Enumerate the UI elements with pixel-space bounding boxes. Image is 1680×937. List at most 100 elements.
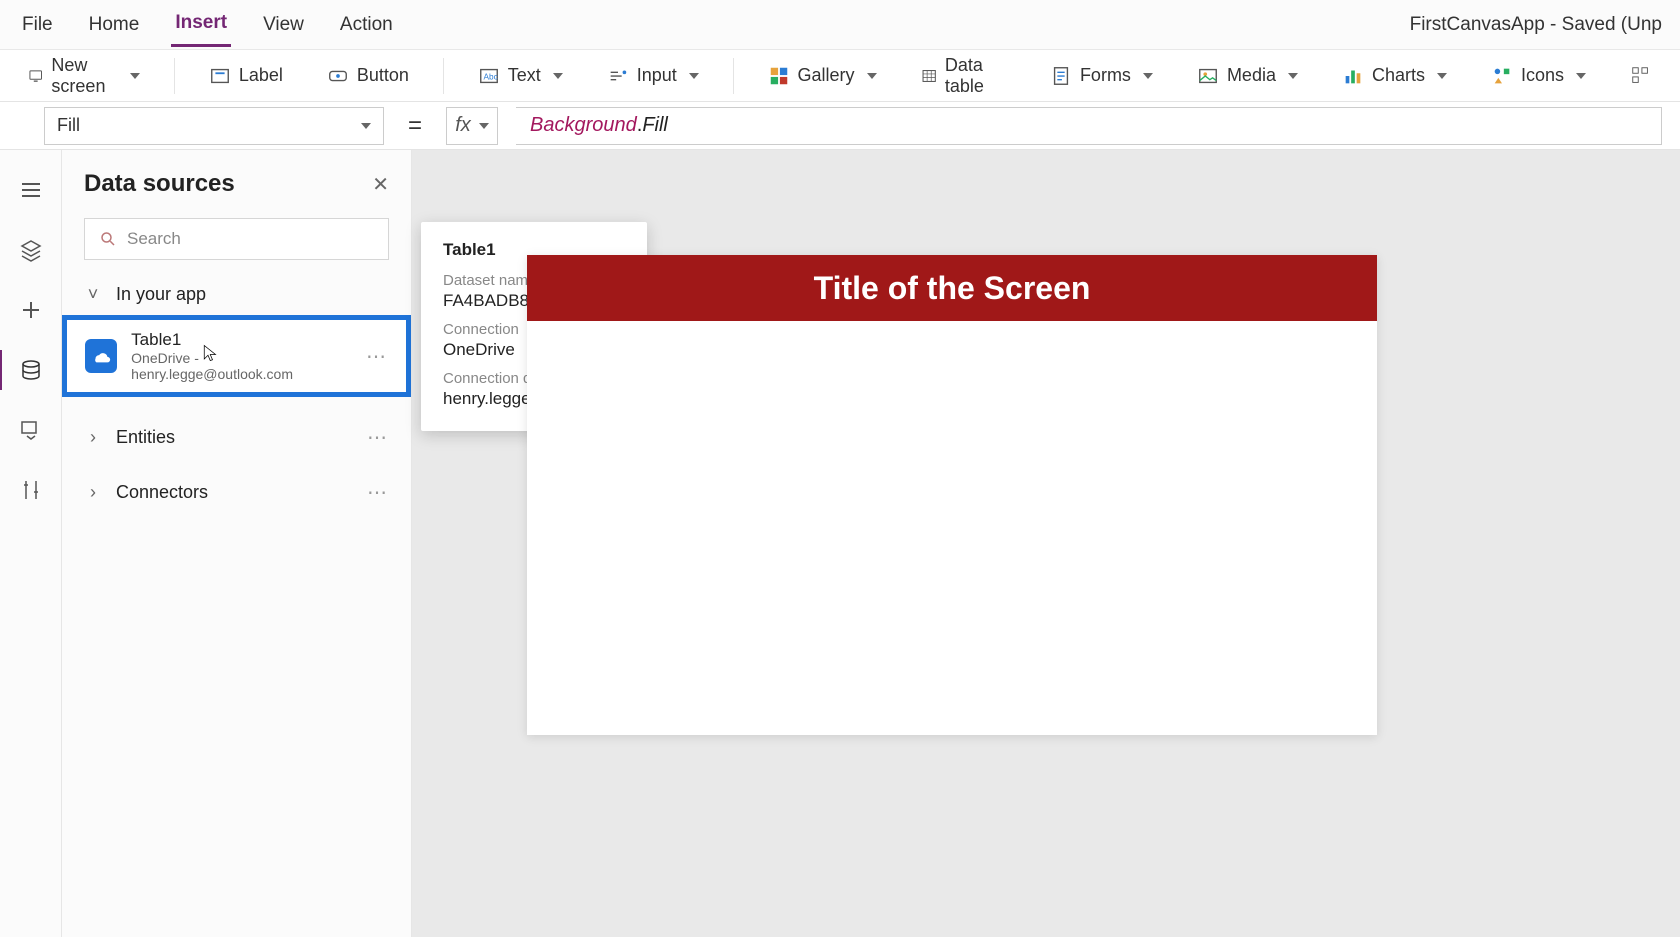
charts-button[interactable]: Charts: [1332, 59, 1457, 93]
separator: [174, 58, 175, 94]
section-in-your-app[interactable]: ˅ In your app: [62, 274, 411, 315]
section-more-button[interactable]: ⋯: [367, 425, 389, 450]
grid-icon: [1630, 65, 1652, 87]
data-table-button[interactable]: Data table: [911, 49, 1016, 103]
input-label: Input: [637, 65, 677, 86]
chevron-down-icon: [479, 123, 489, 129]
menu-view[interactable]: View: [259, 4, 308, 46]
chevron-down-icon: [1143, 73, 1153, 79]
equals-sign: =: [402, 112, 428, 140]
main-area: Data sources ✕ Search ˅ In your app Tabl…: [0, 150, 1680, 937]
formula-bar: Fill = fx Background.Fill: [0, 102, 1680, 150]
separator: [443, 58, 444, 94]
menu-bar: File Home Insert View Action FirstCanvas…: [0, 0, 1680, 50]
datasource-more-button[interactable]: ⋯: [366, 344, 388, 369]
rail-tools[interactable]: [17, 476, 45, 504]
datasource-title: Table1: [131, 330, 352, 350]
media-icon: [1197, 65, 1219, 87]
charts-label: Charts: [1372, 65, 1425, 86]
screen-icon: [28, 65, 43, 87]
gallery-label: Gallery: [798, 65, 855, 86]
rail-data[interactable]: [17, 356, 45, 384]
chevron-down-icon: [1576, 73, 1586, 79]
icons-icon: [1491, 65, 1513, 87]
menu-home[interactable]: Home: [85, 4, 144, 46]
charts-icon: [1342, 65, 1364, 87]
chevron-down-icon: [867, 73, 877, 79]
canvas-area: Table1 Dataset name FA4BADB8183CF7B8!122…: [412, 150, 1680, 937]
menu-insert[interactable]: Insert: [171, 2, 231, 47]
section-connectors[interactable]: › Connectors ⋯: [62, 470, 411, 515]
app-title: FirstCanvasApp - Saved (Unp: [1410, 14, 1662, 36]
rail-tree[interactable]: [17, 236, 45, 264]
chevron-right-icon: ›: [84, 427, 102, 448]
property-selector[interactable]: Fill: [44, 107, 384, 145]
onedrive-icon: [85, 339, 117, 373]
forms-icon: [1050, 65, 1072, 87]
more-button[interactable]: [1620, 59, 1662, 93]
plus-icon: [19, 298, 43, 322]
property-value: Fill: [57, 115, 80, 136]
layers-icon: [19, 238, 43, 262]
forms-button[interactable]: Forms: [1040, 59, 1163, 93]
panel-close-button[interactable]: ✕: [372, 172, 389, 197]
app-canvas[interactable]: Title of the Screen: [527, 255, 1377, 735]
chevron-down-icon: [130, 73, 140, 79]
datasource-subtitle: OneDrive - henry.legge@outlook.com: [131, 350, 352, 382]
gallery-button[interactable]: Gallery: [758, 59, 887, 93]
section-label: In your app: [116, 284, 206, 305]
data-table-icon: [921, 65, 937, 87]
menu-action[interactable]: Action: [336, 4, 397, 46]
new-screen-label: New screen: [51, 55, 118, 97]
text-label: Text: [508, 65, 541, 86]
chevron-down-icon: [361, 123, 371, 129]
data-table-label: Data table: [945, 55, 1006, 97]
forms-label: Forms: [1080, 65, 1131, 86]
label-icon: [209, 65, 231, 87]
search-placeholder: Search: [127, 229, 181, 249]
search-input[interactable]: Search: [84, 218, 389, 260]
datasource-table1[interactable]: Table1 OneDrive - henry.legge@outlook.co…: [62, 315, 411, 397]
label-button[interactable]: Label: [199, 59, 293, 93]
section-label: Connectors: [116, 482, 208, 503]
text-button[interactable]: Abc Text: [468, 59, 573, 93]
svg-text:Abc: Abc: [483, 72, 497, 81]
button-icon: [327, 65, 349, 87]
chevron-right-icon: ›: [84, 482, 102, 503]
input-button[interactable]: Input: [597, 59, 709, 93]
section-entities[interactable]: › Entities ⋯: [62, 415, 411, 460]
new-screen-button[interactable]: New screen: [18, 49, 150, 103]
ribbon-toolbar: New screen Label Button Abc Text Input G…: [0, 50, 1680, 102]
icons-button[interactable]: Icons: [1481, 59, 1596, 93]
screen-title-text: Title of the Screen: [814, 270, 1091, 307]
menu-file[interactable]: File: [18, 4, 57, 46]
section-more-button[interactable]: ⋯: [367, 480, 389, 505]
fx-button[interactable]: fx: [446, 107, 498, 145]
chevron-down-icon: [1288, 73, 1298, 79]
input-icon: [607, 65, 629, 87]
data-sources-panel: Data sources ✕ Search ˅ In your app Tabl…: [62, 150, 412, 937]
rail-hamburger[interactable]: [17, 176, 45, 204]
formula-input[interactable]: Background.Fill: [516, 107, 1662, 145]
media-rail-icon: [19, 418, 43, 442]
button-button[interactable]: Button: [317, 59, 419, 93]
rail-insert[interactable]: [17, 296, 45, 324]
media-button[interactable]: Media: [1187, 59, 1308, 93]
database-icon: [19, 358, 43, 382]
icons-label: Icons: [1521, 65, 1564, 86]
chevron-down-icon: ˅: [84, 284, 102, 305]
label-label: Label: [239, 65, 283, 86]
fx-label: fx: [455, 114, 471, 137]
panel-header: Data sources ✕: [62, 150, 411, 212]
rail-media[interactable]: [17, 416, 45, 444]
separator: [733, 58, 734, 94]
screen-title-bar[interactable]: Title of the Screen: [527, 255, 1377, 321]
formula-prop: Fill: [642, 114, 668, 137]
gallery-icon: [768, 65, 790, 87]
button-label: Button: [357, 65, 409, 86]
search-icon: [99, 230, 117, 248]
panel-title: Data sources: [84, 170, 235, 198]
chevron-down-icon: [689, 73, 699, 79]
chevron-down-icon: [553, 73, 563, 79]
datasource-text: Table1 OneDrive - henry.legge@outlook.co…: [131, 330, 352, 382]
